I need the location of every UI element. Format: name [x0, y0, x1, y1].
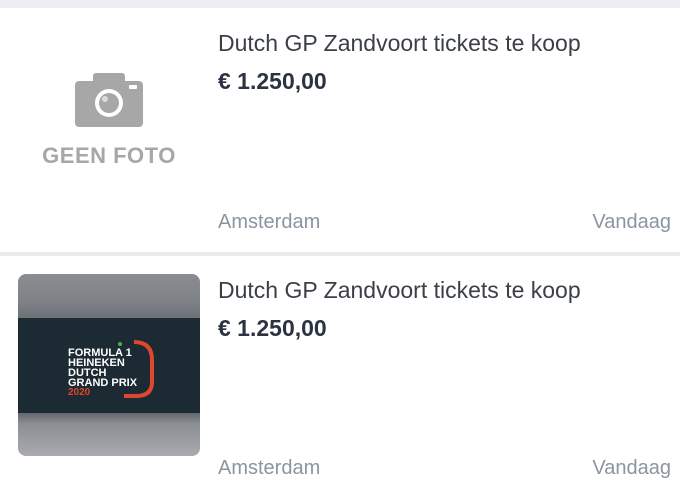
- top-strip: [0, 0, 680, 8]
- listing-price: € 1.250,00: [218, 68, 327, 94]
- listing-thumbnail[interactable]: FORMULA 1 HEINEKEN DUTCH GRAND PRIX 2020: [18, 274, 200, 456]
- listing-date: Vandaag: [592, 457, 671, 479]
- no-photo-label: GEEN FOTO: [42, 143, 176, 168]
- listing-title[interactable]: Dutch GP Zandvoort tickets te koop: [218, 277, 581, 304]
- listing-card[interactable]: FORMULA 1 HEINEKEN DUTCH GRAND PRIX 2020…: [0, 256, 680, 501]
- listing-photo: FORMULA 1 HEINEKEN DUTCH GRAND PRIX 2020: [18, 274, 200, 456]
- listing-date: Vandaag: [592, 211, 671, 233]
- listing-card[interactable]: GEEN FOTO Dutch GP Zandvoort tickets te …: [0, 8, 680, 252]
- listing-thumbnail[interactable]: GEEN FOTO: [18, 63, 200, 245]
- listing-location: Amsterdam: [218, 211, 321, 233]
- photo-text-line: 2020: [68, 387, 91, 398]
- camera-icon: [75, 73, 143, 127]
- photo-banner: FORMULA 1 HEINEKEN DUTCH GRAND PRIX 2020: [18, 318, 200, 413]
- listing-title[interactable]: Dutch GP Zandvoort tickets te koop: [218, 30, 581, 57]
- listing-price: € 1.250,00: [218, 315, 327, 341]
- listing-location: Amsterdam: [218, 457, 321, 479]
